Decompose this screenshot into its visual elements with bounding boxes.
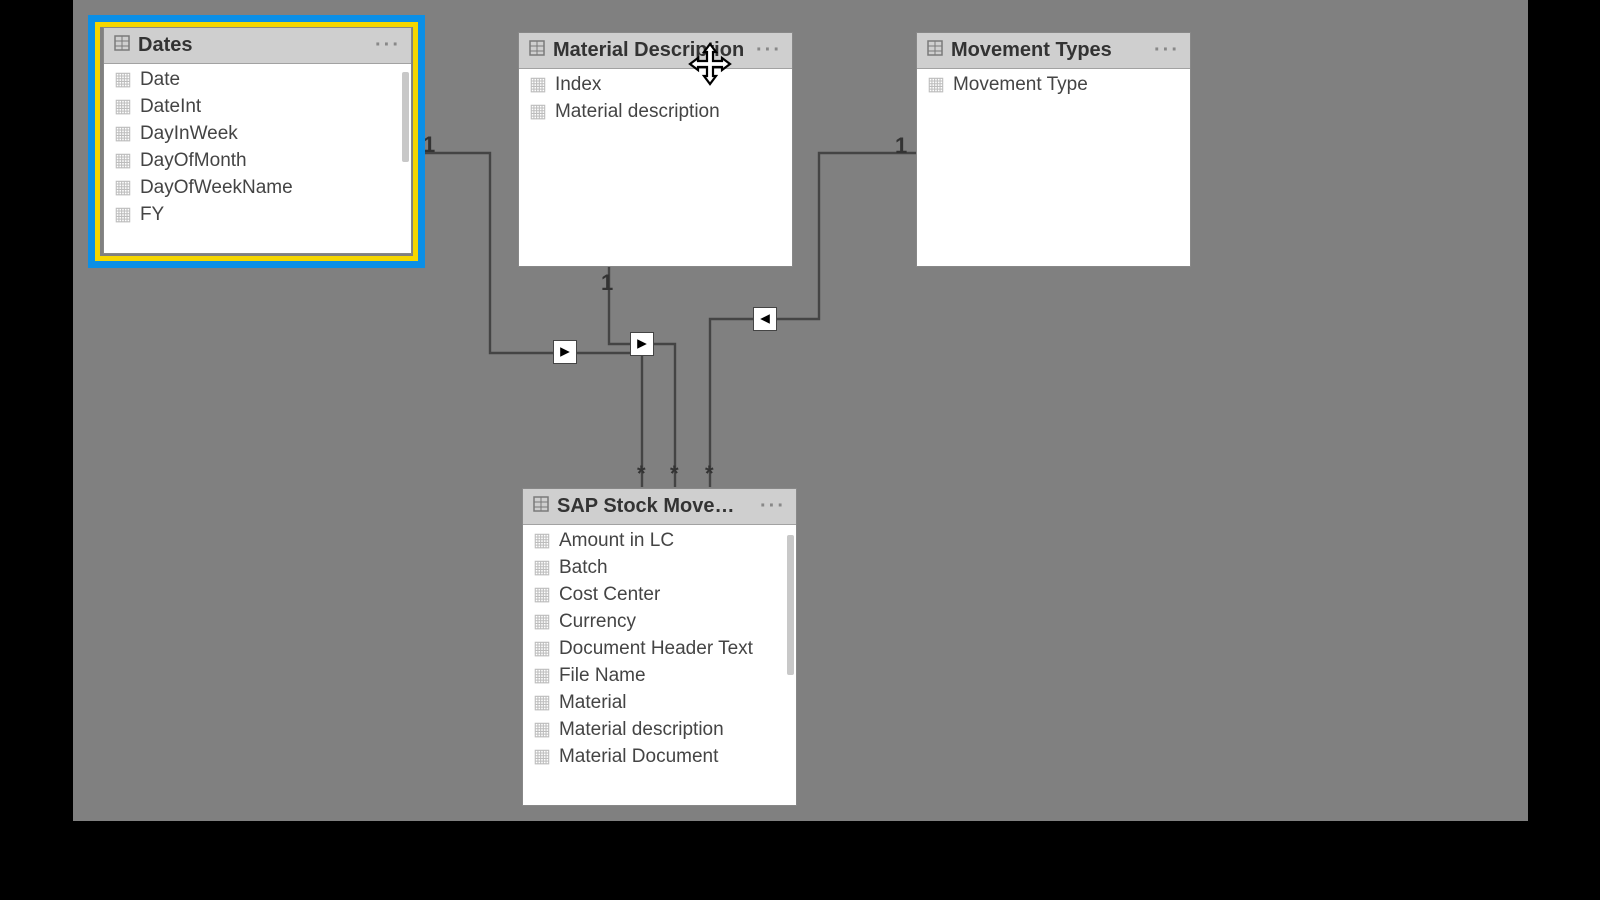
column-icon: ▦ xyxy=(114,68,132,91)
column-icon: ▦ xyxy=(533,745,551,768)
field-item[interactable]: ▦ Batch xyxy=(523,554,796,581)
column-icon: ▦ xyxy=(533,691,551,714)
filter-direction-arrow xyxy=(630,332,654,356)
field-label: DateInt xyxy=(140,96,201,118)
field-label: Cost Center xyxy=(559,584,660,606)
table-icon xyxy=(114,34,130,57)
field-label: Material Document xyxy=(559,746,718,768)
cardinality-many: * xyxy=(705,461,714,487)
stage: 1 1 1 * * * Dates ··· ▦Date ▦DateInt ▦Da… xyxy=(0,0,1600,900)
column-icon: ▦ xyxy=(533,610,551,633)
field-list: ▦ Index ▦ Material description xyxy=(519,69,792,266)
cardinality-many: * xyxy=(637,461,646,487)
table-menu-icon[interactable]: ··· xyxy=(375,34,401,57)
table-dates[interactable]: Dates ··· ▦ Date ▦ DateInt ▦ DayInWeek ▦ Day… xyxy=(103,27,412,254)
column-icon: ▦ xyxy=(533,718,551,741)
table-header[interactable]: Dates ··· xyxy=(104,28,411,64)
field-item[interactable]: ▦ Movement Type xyxy=(917,71,1190,98)
table-title: Material Description xyxy=(553,39,748,62)
column-icon: ▦ xyxy=(533,637,551,660)
column-icon: ▦ xyxy=(533,583,551,606)
field-list: ▦ Date ▦ DateInt ▦ DayInWeek ▦ DayOfMonth ▦ D… xyxy=(104,64,411,253)
field-label: Material xyxy=(559,692,627,714)
field-label: FY xyxy=(140,204,164,226)
field-item[interactable]: ▦ File Name xyxy=(523,662,796,689)
field-label: File Name xyxy=(559,665,646,687)
field-item[interactable]: ▦ DayOfWeekName xyxy=(104,174,411,201)
field-item[interactable]: ▦ Material xyxy=(523,689,796,716)
scrollbar[interactable] xyxy=(402,72,409,162)
field-label: Material description xyxy=(555,101,720,123)
field-item[interactable]: ▦ FY xyxy=(104,201,411,228)
column-icon: ▦ xyxy=(927,73,945,96)
cardinality-one: 1 xyxy=(895,133,907,159)
column-icon: ▦ xyxy=(114,122,132,145)
field-item[interactable]: ▦ Index xyxy=(519,71,792,98)
table-title: Dates xyxy=(138,34,367,57)
table-movement-types[interactable]: Movement Types ··· ▦ Movement Type xyxy=(916,32,1191,267)
field-label: Amount in LC xyxy=(559,530,674,552)
field-item[interactable]: ▦ DateInt xyxy=(104,93,411,120)
field-item[interactable]: ▦ DayOfMonth xyxy=(104,147,411,174)
scrollbar[interactable] xyxy=(787,535,794,675)
table-header[interactable]: Material Description ··· xyxy=(519,33,792,69)
field-label: Date xyxy=(140,69,180,91)
column-icon: ▦ xyxy=(114,149,132,172)
field-item[interactable]: ▦ Material Document xyxy=(523,743,796,770)
column-icon: ▦ xyxy=(114,95,132,118)
table-menu-icon[interactable]: ··· xyxy=(760,495,786,518)
table-title: SAP Stock Movements xyxy=(557,495,752,518)
table-title: Movement Types xyxy=(951,39,1146,62)
column-icon: ▦ xyxy=(533,664,551,687)
cardinality-one: 1 xyxy=(601,270,613,296)
cardinality-many: * xyxy=(670,461,679,487)
column-icon: ▦ xyxy=(114,203,132,226)
table-header[interactable]: SAP Stock Movements ··· xyxy=(523,489,796,525)
field-item[interactable]: ▦ DayInWeek xyxy=(104,120,411,147)
cardinality-one: 1 xyxy=(423,132,435,158)
field-item[interactable]: ▦ Cost Center xyxy=(523,581,796,608)
table-icon xyxy=(529,39,545,62)
table-icon xyxy=(927,39,943,62)
field-list: ▦ Movement Type xyxy=(917,69,1190,266)
field-label: Index xyxy=(555,74,601,96)
table-sap-stock-movements[interactable]: SAP Stock Movements ··· ▦ Amount in LC ▦ B… xyxy=(522,488,797,806)
filter-direction-arrow xyxy=(553,340,577,364)
table-header[interactable]: Movement Types ··· xyxy=(917,33,1190,69)
table-menu-icon[interactable]: ··· xyxy=(1154,39,1180,62)
field-item[interactable]: ▦ Document Header Text xyxy=(523,635,796,662)
table-menu-icon[interactable]: ··· xyxy=(756,39,782,62)
field-item[interactable]: ▦ Amount in LC xyxy=(523,527,796,554)
field-list: ▦ Amount in LC ▦ Batch ▦ Cost Center ▦ Curre… xyxy=(523,525,796,805)
field-label: Currency xyxy=(559,611,636,633)
column-icon: ▦ xyxy=(533,529,551,552)
field-label: Material description xyxy=(559,719,724,741)
field-label: Batch xyxy=(559,557,608,579)
column-icon: ▦ xyxy=(114,176,132,199)
model-canvas[interactable]: 1 1 1 * * * Dates ··· ▦Date ▦DateInt ▦Da… xyxy=(73,0,1528,821)
column-icon: ▦ xyxy=(529,100,547,123)
field-item[interactable]: ▦ Date xyxy=(104,66,411,93)
field-item[interactable]: ▦ Currency xyxy=(523,608,796,635)
filter-direction-arrow xyxy=(753,307,777,331)
table-icon xyxy=(533,495,549,518)
field-label: DayOfMonth xyxy=(140,150,247,172)
field-label: Movement Type xyxy=(953,74,1088,96)
field-item[interactable]: ▦ Material description xyxy=(523,716,796,743)
field-label: DayOfWeekName xyxy=(140,177,293,199)
field-label: DayInWeek xyxy=(140,123,238,145)
field-item[interactable]: ▦ Material description xyxy=(519,98,792,125)
column-icon: ▦ xyxy=(529,73,547,96)
column-icon: ▦ xyxy=(533,556,551,579)
table-material-description[interactable]: Material Description ··· ▦ Index ▦ Materia… xyxy=(518,32,793,267)
field-label: Document Header Text xyxy=(559,638,753,660)
